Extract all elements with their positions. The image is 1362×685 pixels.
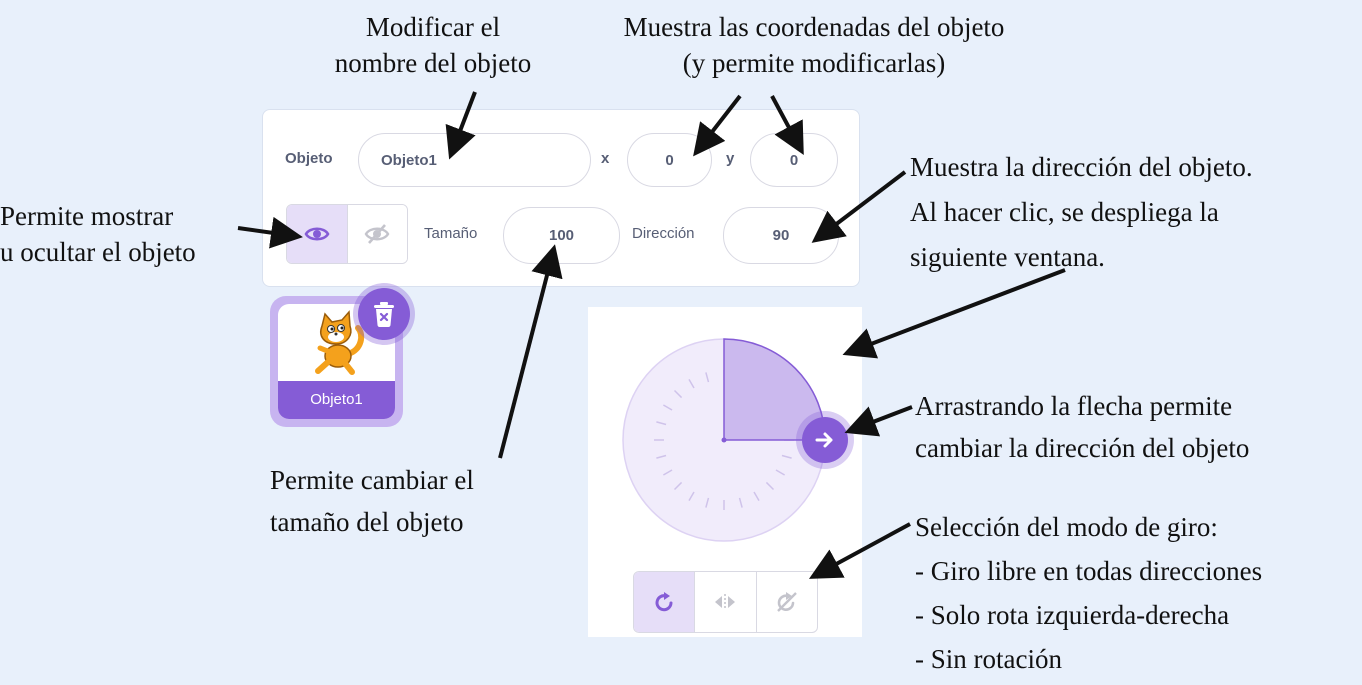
dont-rotate-icon	[776, 592, 797, 612]
annotation-line: u ocultar el objeto	[0, 237, 196, 267]
annotation-line: Selección del modo de giro:	[915, 512, 1218, 542]
left-right-icon	[715, 594, 736, 610]
y-input[interactable]: 0	[750, 133, 838, 187]
size-input[interactable]: 100	[503, 207, 620, 264]
show-button[interactable]	[287, 205, 347, 263]
rotation-style-group	[633, 571, 818, 633]
annotation-direction: Muestra la dirección del objeto. Al hace…	[910, 145, 1253, 280]
arrow-right-icon	[815, 432, 833, 448]
annotation-size: Permite cambiar el tamaño del objeto	[270, 459, 474, 543]
annotation-line: - Sin rotación	[915, 644, 1062, 674]
annotation-line: Permite cambiar el	[270, 465, 474, 495]
annotation-rotation-mode: Selección del modo de giro: - Giro libre…	[915, 505, 1262, 681]
annotation-line: cambiar la dirección del objeto	[915, 433, 1250, 463]
all-around-icon	[655, 592, 673, 612]
annotation-line: siguiente ventana.	[910, 242, 1105, 272]
arrow-popup	[842, 268, 1066, 359]
annotation-rename: Modificar el nombre del objeto	[308, 9, 558, 81]
annotation-line: Al hacer clic, se despliega la	[910, 197, 1219, 227]
annotation-line: tamaño del objeto	[270, 507, 464, 537]
x-input[interactable]: 0	[627, 133, 712, 187]
sprite-tile-name: Objeto1	[278, 381, 395, 419]
annotation-line: - Giro libre en todas direcciones	[915, 556, 1263, 586]
size-label: Tamaño	[424, 225, 478, 242]
x-label: x	[601, 150, 610, 167]
direction-label: Dirección	[632, 225, 695, 242]
annotation-line: Arrastrando la flecha permite	[915, 391, 1233, 421]
sprite-name-input[interactable]: Objeto1	[358, 133, 591, 187]
direction-input[interactable]: 90	[723, 207, 839, 264]
annotation-line: - Solo rota izquierda-derecha	[915, 600, 1230, 630]
annotation-line: Modificar el	[365, 12, 501, 42]
eye-hidden-icon	[364, 224, 390, 244]
hide-button[interactable]	[346, 205, 407, 263]
trash-icon	[374, 302, 394, 327]
delete-sprite-button[interactable]	[358, 288, 410, 340]
dial-center	[721, 437, 727, 443]
annotation-line: (y permite modificarlas)	[682, 48, 946, 78]
annotation-line: Muestra las coordenadas del objeto	[623, 12, 1005, 42]
direction-handle[interactable]	[802, 417, 848, 463]
annotation-line: Muestra la dirección del objeto.	[910, 152, 1253, 182]
visibility-toggle	[286, 204, 408, 264]
annotation-line: nombre del objeto	[334, 48, 532, 78]
annotation-drag-arrow: Arrastrando la flecha permite cambiar la…	[915, 385, 1249, 469]
rotation-all-around-button[interactable]	[634, 572, 695, 632]
annotation-coords: Muestra las coordenadas del objeto (y pe…	[574, 9, 1054, 81]
annotation-line: Permite mostrar	[0, 201, 174, 231]
direction-popup	[588, 307, 862, 637]
annotation-visibility: Permite mostrar u ocultar el objeto	[0, 198, 196, 270]
sprite-label: Objeto	[285, 150, 333, 167]
rotation-dont-rotate-button[interactable]	[755, 572, 817, 632]
sprite-info-panel: Objeto Objeto1 x 0 y 0 Tamaño 100 Direcc…	[262, 109, 860, 287]
eye-icon	[304, 227, 330, 241]
y-label: y	[726, 150, 735, 167]
rotation-left-right-button[interactable]	[694, 572, 755, 632]
